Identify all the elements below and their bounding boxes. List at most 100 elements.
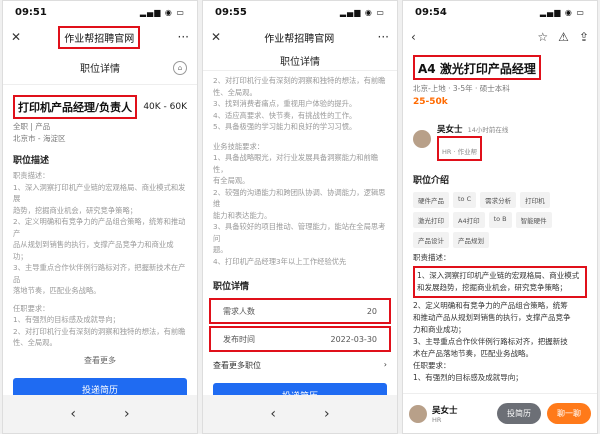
phone-screen-1: 09:51 ▂▄▆ ◉ ▭ ✕ 作业帮招聘官网 ··· 职位详情 ⌂ 打印机产品…: [2, 0, 198, 434]
desc-line: 趋势，挖掘商业机会，研究竞争策略；: [13, 205, 138, 215]
tag: to B: [488, 212, 512, 228]
clock: 09:55: [215, 6, 247, 18]
chevron-right-icon: ›: [383, 360, 387, 369]
back-icon[interactable]: ‹: [70, 406, 76, 422]
desc-line: 3、具备较好的项目推动、管理能力，能站在全局思考问: [213, 222, 386, 243]
avatar: [413, 130, 431, 148]
salary: 40K - 60K: [143, 102, 187, 112]
desc-line: 1、有强烈的目标感及成就导向；: [13, 315, 120, 324]
close-icon[interactable]: ✕: [11, 30, 21, 44]
publish-date-row: 发布时间 2022-03-30: [209, 326, 391, 352]
desc-line: 2、定义明确和有竞争力的产品组合策略，统筹: [413, 301, 568, 310]
send-resume-button[interactable]: 投简历: [497, 403, 541, 424]
browser-nav: ‹ ›: [3, 395, 197, 433]
desc-line: 2、对打印机行业有深刻的洞察和独特的想法，有前瞻: [213, 76, 386, 85]
tag-list: 硬件产品 to C 需求分析 打印机 激光打印 A4打印 to B 智能硬件 产…: [403, 190, 597, 252]
forward-icon[interactable]: ›: [324, 406, 330, 422]
section-header-label: 职位详情: [280, 57, 320, 68]
desc-line: 性、全局观。: [213, 87, 257, 97]
desc-line: 任职要求：: [413, 361, 451, 370]
tag: 打印机: [520, 192, 550, 208]
job-title: 打印机产品经理/负责人: [13, 95, 138, 119]
section-title: 职位详情: [213, 282, 250, 292]
job-title-text: A4 激光打印产品经理: [418, 62, 536, 76]
desc-line: 3、找到消费者痛点，重视用户体验的提升。: [213, 99, 357, 108]
desc-line: 能力和表达能力。: [213, 210, 272, 220]
phone-screen-2: 09:55 ▂▄▆ ◉ ▭ ✕ 作业帮招聘官网 ··· 职位详情 2、对打印机行…: [202, 0, 398, 434]
title-bar: ✕ 作业帮招聘官网 ···: [203, 23, 397, 51]
title-bar: ‹ ☆ ⚠ ⇪: [403, 23, 597, 51]
desc-line: 和推动产品从规划到销售的执行，支撑产品竞争: [413, 313, 571, 322]
publish-date-label: 发布时间: [223, 334, 255, 344]
close-icon[interactable]: ✕: [211, 30, 221, 44]
desc-line: 2、对打印机行业有深刻的洞察和独特的想法，有前瞻: [13, 326, 186, 336]
desc-line: 3、主导重点合作伙伴例行路标对齐，把握新技术在产品: [13, 263, 186, 284]
job-description: 职责描述： 1、深入洞察打印机产业链的宏观格局、商业模式 和发展趋势，挖掘商业机…: [403, 252, 597, 384]
tag: 智能硬件: [515, 212, 552, 228]
desc-line: 力和商业成功；: [413, 325, 466, 334]
job-description: 职责描述： 1、深入洞察打印机产业链的宏观格局、商业模式和发展 趋势，挖掘商业机…: [3, 170, 197, 349]
desc-line: 业务技能要求：: [213, 141, 265, 151]
desc-line: 1、有强烈的目标感及成就导向；: [413, 373, 523, 382]
title-bar: ✕ 作业帮招聘官网 ···: [3, 23, 197, 51]
status-bar: 09:54 ▂▄▆ ◉ ▭: [403, 1, 597, 23]
hr-company-text: HR · 作业帮: [442, 148, 478, 156]
desc-line: 1、深入洞察打印机产业链的宏观格局、商业模式: [417, 271, 580, 280]
desc-line: 2、较强的沟通能力和跨团队协调、协调能力，逻辑思维: [213, 187, 386, 209]
see-more-link[interactable]: 查看更多: [3, 349, 197, 372]
highlighted-duty: 1、深入洞察打印机产业链的宏观格局、商业模式 和发展趋势，挖掘商业机会，研究竞争…: [413, 266, 587, 298]
desc-line: 职责描述：: [413, 253, 451, 262]
job-meta-type: 全职 | 产品: [13, 122, 51, 131]
desc-line: 3、主导重点合作伙伴例行路标对齐，把握新技: [413, 337, 568, 346]
salary: 25-50k: [413, 97, 448, 107]
section-title: 职位描述: [13, 156, 50, 166]
tag: 产品规划: [453, 232, 489, 248]
job-title: A4 激光打印产品经理: [413, 55, 541, 80]
forward-icon[interactable]: ›: [124, 406, 130, 422]
desc-line: 4、打印机产品经理3年以上工作经验优先: [213, 256, 347, 266]
desc-line: 4、适应高要求、快节奏，有挑战性的工作。: [213, 110, 357, 120]
job-meta-location: 北京市 - 海淀区: [13, 134, 66, 143]
see-more-jobs-label: 查看更多职位: [213, 361, 261, 370]
hr-name: 吴女士: [437, 125, 463, 135]
desc-line: 性、全局观。: [13, 338, 57, 347]
clock: 09:54: [415, 6, 447, 18]
need-count-value: 20: [366, 306, 377, 316]
job-meta: 北京-上地 · 3-5年 · 硕士本科: [413, 84, 510, 93]
warning-icon[interactable]: ⚠: [558, 30, 569, 44]
signal-icons: ▂▄▆ ◉ ▭: [339, 7, 385, 17]
desc-line: 5、具备极强的学习能力和良好的学习习惯。: [213, 122, 357, 131]
job-description-continued: 2、对打印机行业有深刻的洞察和独特的想法，有前瞻 性、全局观。 3、找到消费者痛…: [203, 71, 397, 267]
section-header-label: 职位详情: [80, 64, 120, 75]
share-icon[interactable]: ⇪: [579, 30, 589, 44]
back-icon[interactable]: ‹: [411, 30, 416, 44]
more-icon[interactable]: ···: [178, 30, 189, 44]
toolbar-icons: ☆ ⚠ ⇪: [537, 30, 589, 44]
tag: 需求分析: [480, 192, 517, 208]
need-count-label: 需求人数: [223, 306, 255, 316]
back-icon[interactable]: ‹: [270, 406, 276, 422]
status-bar: 09:55 ▂▄▆ ◉ ▭: [203, 1, 397, 23]
hr-online: 14小时前在线: [467, 126, 509, 134]
status-bar: 09:51 ▂▄▆ ◉ ▭: [3, 1, 197, 23]
avatar: [409, 404, 427, 423]
desc-line: 品从规划到销售的执行，支撑产品竞争力和商业成功；: [13, 240, 174, 261]
need-count-row: 需求人数 20: [209, 298, 391, 324]
section-title: 职位介绍: [413, 176, 450, 186]
see-more-jobs-row[interactable]: 查看更多职位 ›: [203, 354, 397, 377]
job-header: 打印机产品经理/负责人 40K - 60K: [3, 85, 197, 121]
chat-button[interactable]: 聊一聊: [547, 403, 591, 424]
desc-line: 2、定义明确和有竞争力的产品组合策略，统筹和推动产: [13, 217, 186, 238]
home-icon[interactable]: ⌂: [173, 61, 187, 75]
star-icon[interactable]: ☆: [537, 30, 548, 44]
more-icon[interactable]: ···: [378, 30, 389, 44]
page-title: 作业帮招聘官网: [264, 33, 335, 45]
hr-card[interactable]: 吴女士 14小时前在线 HR · 作业帮: [403, 109, 597, 165]
desc-line: 任职要求：: [13, 303, 50, 313]
hr-role: HR: [432, 415, 442, 424]
tag: A4打印: [453, 212, 485, 228]
signal-icons: ▂▄▆ ◉ ▭: [139, 7, 185, 17]
publish-date-value: 2022-03-30: [330, 334, 378, 344]
tag: 产品设计: [413, 232, 449, 248]
hr-name: 吴女士: [432, 405, 458, 416]
